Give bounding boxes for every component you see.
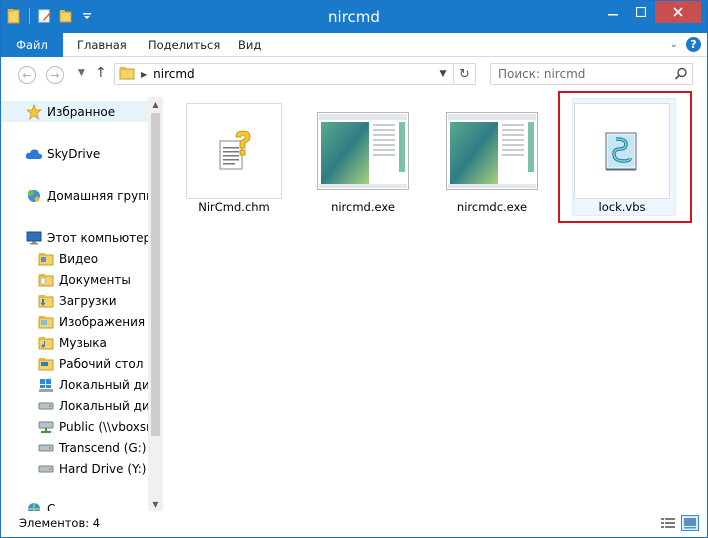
minimize-button[interactable] (599, 1, 627, 23)
folder-icon (119, 66, 135, 83)
exe-thumbnail-icon (317, 112, 409, 190)
help-icon[interactable]: ? (686, 37, 701, 52)
close-icon (673, 7, 683, 17)
nav-item-homegroup[interactable]: Домашняя группа (1, 185, 149, 206)
refresh-button[interactable]: ↻ (454, 63, 476, 85)
search-placeholder: Поиск: nircmd (498, 67, 586, 81)
breadcrumb-item[interactable]: nircmd (153, 67, 195, 81)
help-file-icon (219, 130, 251, 170)
folder-icon (37, 335, 55, 351)
script-file-icon (605, 132, 637, 171)
forward-button[interactable]: → (46, 66, 64, 84)
nav-item-music[interactable]: Музыка (1, 332, 149, 353)
nav-item-transcend[interactable]: Transcend (G:) (1, 437, 149, 458)
title-bar: nircmd (1, 1, 707, 33)
nav-item-local-disk[interactable]: Локальный диск (1, 395, 149, 416)
file-name: nircmdc.exe (456, 200, 528, 214)
scroll-down-icon[interactable]: ▼ (148, 497, 163, 511)
address-dropdown-icon[interactable]: ▼ (433, 64, 453, 84)
nav-item-network[interactable]: С (1, 498, 149, 511)
tab-home[interactable]: Главная (63, 33, 141, 57)
ribbon-tabs: Файл Главная Поделиться Вид ⌄ ? (1, 33, 707, 57)
nav-item-downloads[interactable]: Загрузки (1, 290, 149, 311)
recent-locations-icon[interactable]: ▼ (78, 68, 85, 78)
folder-icon (37, 251, 55, 267)
explorer-window: nircmd Файл Главная Поделиться Вид ⌄ ? ←… (0, 0, 708, 538)
nav-item-local-disk-c[interactable]: Локальный диск (1, 374, 149, 395)
search-input[interactable]: Поиск: nircmd (490, 63, 693, 85)
window-controls (599, 1, 701, 23)
drive-icon (37, 440, 55, 456)
scroll-thumb[interactable] (151, 113, 160, 436)
navigation-scrollbar[interactable]: ▲ ▼ (148, 97, 163, 511)
file-item-nircmd-chm[interactable]: NirCmd.chm (176, 99, 284, 219)
maximize-button[interactable] (627, 1, 655, 23)
nav-item-public-share[interactable]: Public (\\vboxsrv (1, 416, 149, 437)
navigation-pane: Избранное SkyDrive Домашняя группа Этот … (1, 97, 163, 511)
computer-icon (25, 230, 43, 246)
network-icon (25, 501, 43, 511)
back-button[interactable]: ← (18, 66, 36, 84)
nav-item-favorites[interactable]: Избранное (1, 101, 149, 122)
search-icon[interactable] (674, 67, 688, 81)
details-view-icon (661, 518, 675, 528)
tab-view[interactable]: Вид (224, 33, 275, 57)
drive-icon (37, 398, 55, 414)
drive-icon (37, 461, 55, 477)
scroll-up-icon[interactable]: ▲ (148, 97, 163, 111)
star-icon (25, 103, 43, 120)
address-bar[interactable]: ▶ nircmd ▼ (114, 63, 454, 85)
folder-icon (37, 272, 55, 288)
nav-item-documents[interactable]: Документы (1, 269, 149, 290)
up-button[interactable]: ↑ (95, 65, 107, 81)
folder-icon (37, 356, 55, 372)
tab-file[interactable]: Файл (1, 33, 63, 57)
nav-item-videos[interactable]: Видео (1, 248, 149, 269)
exe-thumbnail-icon (446, 112, 538, 190)
large-icons-view-icon (684, 518, 696, 529)
nav-item-desktop[interactable]: Рабочий стол (1, 353, 149, 374)
nav-item-pictures[interactable]: Изображения (1, 311, 149, 332)
file-item-lock-vbs[interactable]: lock.vbs (564, 99, 672, 219)
network-drive-icon (37, 419, 55, 435)
file-list: NirCmd.chm nircmd.exe nircmdc.exe lock.v… (164, 91, 707, 511)
nav-item-this-pc[interactable]: Этот компьютер (1, 227, 149, 248)
nav-item-hard-drive[interactable]: Hard Drive (Y:) (1, 458, 149, 479)
nav-item-skydrive[interactable]: SkyDrive (1, 143, 149, 164)
windows-drive-icon (37, 377, 55, 393)
status-item-count: Элементов: 4 (19, 516, 101, 530)
close-button[interactable] (655, 1, 701, 23)
cloud-icon (25, 146, 43, 162)
folder-icon (37, 293, 55, 309)
file-item-nircmdc-exe[interactable]: nircmdc.exe (434, 99, 542, 219)
large-icons-view-button[interactable] (681, 515, 699, 531)
file-item-nircmd-exe[interactable]: nircmd.exe (305, 99, 413, 219)
address-row: ← → ▼ ↑ ▶ nircmd ▼ ↻ Поиск: nircmd (1, 58, 707, 92)
breadcrumb-chevron-icon[interactable]: ▶ (141, 70, 147, 79)
file-name: NirCmd.chm (198, 200, 270, 214)
file-name: lock.vbs (598, 200, 646, 214)
folder-icon (37, 314, 55, 330)
details-view-button[interactable] (659, 515, 677, 531)
tab-share[interactable]: Поделиться (134, 33, 234, 57)
file-name: nircmd.exe (331, 200, 395, 214)
homegroup-icon (25, 188, 43, 204)
expand-ribbon-icon[interactable]: ⌄ (670, 39, 678, 50)
status-bar: Элементов: 4 (1, 511, 707, 537)
